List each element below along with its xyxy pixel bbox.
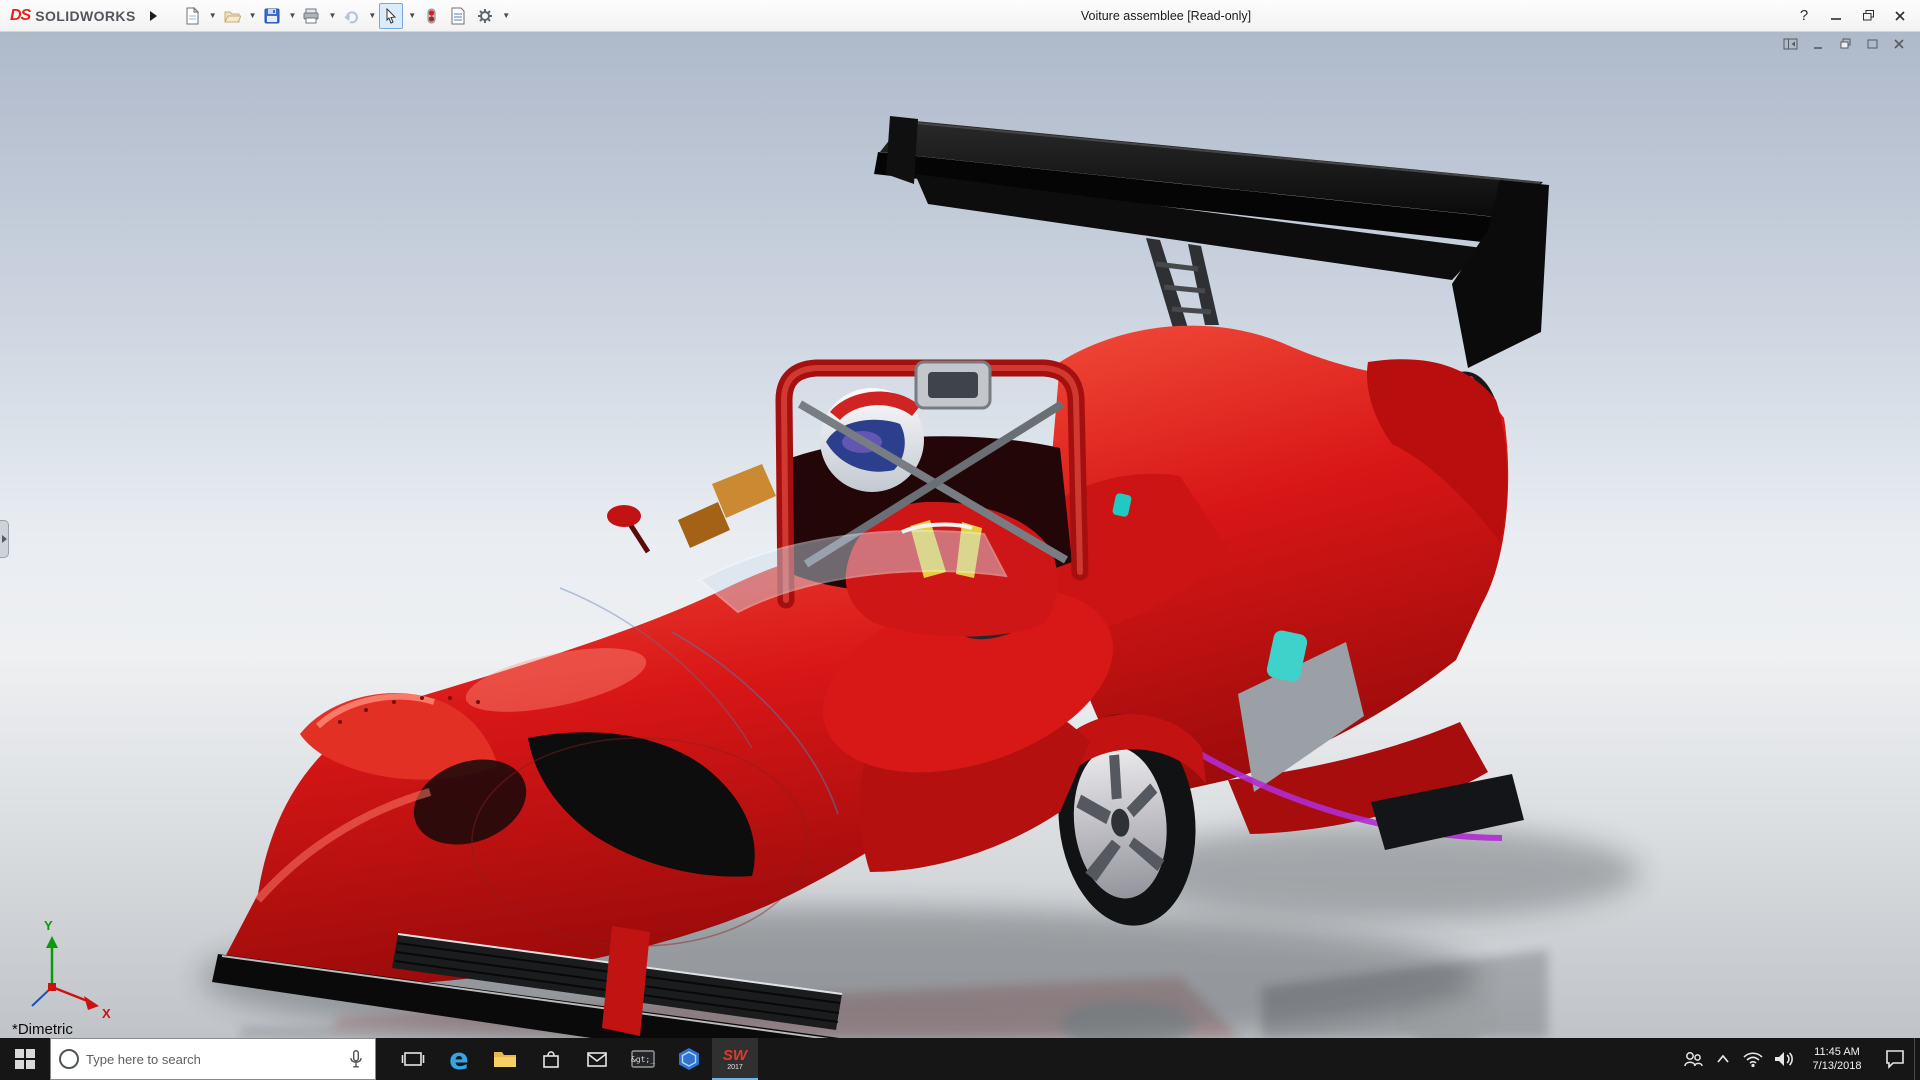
select-cursor-icon [382,7,400,25]
window-controls: ? [1788,0,1916,31]
file-properties-icon [449,7,467,25]
doc-close-button[interactable] [1890,36,1908,52]
close-icon [1894,10,1906,22]
doc-minimize-button[interactable] [1809,36,1827,52]
windows-logo-icon [15,1049,35,1069]
chevron-up-icon [1713,1049,1733,1069]
store-button[interactable] [528,1038,574,1080]
console-button[interactable]: &gt;_ [620,1038,666,1080]
edge-button[interactable]: e [436,1038,482,1080]
graphics-area[interactable]: Y X [0,32,1920,1038]
network-button[interactable] [1738,1038,1768,1080]
microphone-icon[interactable] [345,1048,367,1070]
side-mirror [607,505,641,527]
start-button[interactable] [0,1038,50,1080]
select-dropdown-caret[interactable]: ▼ [408,12,416,20]
options-button[interactable] [473,3,497,29]
file-explorer-button[interactable] [482,1038,528,1080]
print-button[interactable] [299,3,323,29]
open-button[interactable] [220,3,244,29]
help-button[interactable]: ? [1788,0,1820,31]
view-orientation-label: *Dimetric [12,1021,73,1038]
undo-dropdown-caret[interactable]: ▼ [368,12,376,20]
action-center-icon [1883,1047,1907,1071]
new-document-icon [183,7,201,25]
show-desktop-strip[interactable] [1914,1038,1920,1080]
open-dropdown-caret[interactable]: ▼ [249,12,257,20]
open-folder-icon [223,7,241,25]
mail-icon [585,1047,609,1071]
clock-date: 7/13/2018 [1813,1059,1862,1073]
people-button[interactable] [1678,1038,1708,1080]
window-title: Voiture assemblee [Read-only] [1081,0,1251,32]
new-dropdown-caret[interactable]: ▼ [209,12,217,20]
close-button[interactable] [1884,0,1916,31]
file-explorer-icon [492,1047,518,1071]
hexagon-app-button[interactable] [666,1038,712,1080]
rebuild-button[interactable] [419,3,443,29]
edge-icon: e [449,1045,469,1074]
file-properties-button[interactable] [446,3,470,29]
gear-icon [476,7,494,25]
car-shadow-rear [1120,824,1640,920]
solidworks-taskbar-button[interactable]: SW 2017 [712,1038,758,1080]
screen: DS SOLIDWORKS ▼ ▼ [0,0,1920,1080]
undo-icon [342,7,360,25]
cortana-icon [59,1049,79,1069]
minimize-button[interactable] [1820,0,1852,31]
doc-restore-icon [1838,37,1853,51]
wifi-icon [1741,1047,1765,1071]
doc-restore-button[interactable] [1836,36,1854,52]
search-input[interactable] [86,1052,338,1067]
options-dropdown-caret[interactable]: ▼ [502,12,510,20]
new-document-button[interactable] [180,3,204,29]
doc-minimize-icon [1811,37,1825,51]
triad-y-label: Y [44,918,53,933]
people-icon [1681,1047,1705,1071]
taskbar-search[interactable] [50,1038,376,1080]
minimize-icon [1830,10,1842,22]
taskbar-clock[interactable]: 11:45 AM 7/13/2018 [1798,1038,1876,1080]
save-icon [263,7,281,25]
solidworks-app-icon: SW 2017 [723,1048,747,1071]
brand-name: SOLIDWORKS [35,8,135,24]
print-dropdown-caret[interactable]: ▼ [328,12,336,20]
select-tool-button[interactable] [379,3,403,29]
doc-maximize-button[interactable] [1863,36,1881,52]
doc-maximize-icon [1865,37,1880,51]
windows-taskbar: e &gt;_ [0,1038,1920,1080]
featuremanager-flyout-tab[interactable] [0,520,9,558]
rebuild-icon [422,7,440,25]
clock-time: 11:45 AM [1814,1045,1860,1059]
save-dropdown-caret[interactable]: ▼ [289,12,297,20]
save-button[interactable] [260,3,284,29]
document-window-controls [1782,36,1908,52]
ds-logo-icon: DS [10,7,30,25]
expand-pane-icon [1783,37,1799,51]
store-bag-icon [539,1047,563,1071]
graphics-viewport: Y X [0,32,1920,1038]
menu-flyout-arrow-icon[interactable] [146,6,162,26]
console-glyph: &gt;_ [631,1055,655,1064]
titlebar: DS SOLIDWORKS ▼ ▼ [0,0,1920,32]
triad-x-label: X [102,1006,111,1021]
flyout-arrow-icon [2,535,7,543]
hidden-icons-button[interactable] [1708,1038,1738,1080]
volume-button[interactable] [1768,1038,1798,1080]
restore-button[interactable] [1852,0,1884,31]
quick-access-toolbar: ▼ ▼ ▼ [180,3,510,29]
action-center-button[interactable] [1876,1038,1914,1080]
solidworks-brand: DS SOLIDWORKS [4,7,142,25]
system-tray: 11:45 AM 7/13/2018 [1678,1038,1920,1080]
hexagon-app-icon [676,1046,702,1072]
undo-button[interactable] [339,3,363,29]
speaker-icon [1771,1047,1795,1071]
mail-button[interactable] [574,1038,620,1080]
task-view-button[interactable] [390,1038,436,1080]
doc-close-icon [1892,37,1906,51]
task-view-icon [401,1047,425,1071]
print-icon [302,7,320,25]
restore-icon [1862,9,1875,22]
expand-pane-button[interactable] [1782,36,1800,52]
